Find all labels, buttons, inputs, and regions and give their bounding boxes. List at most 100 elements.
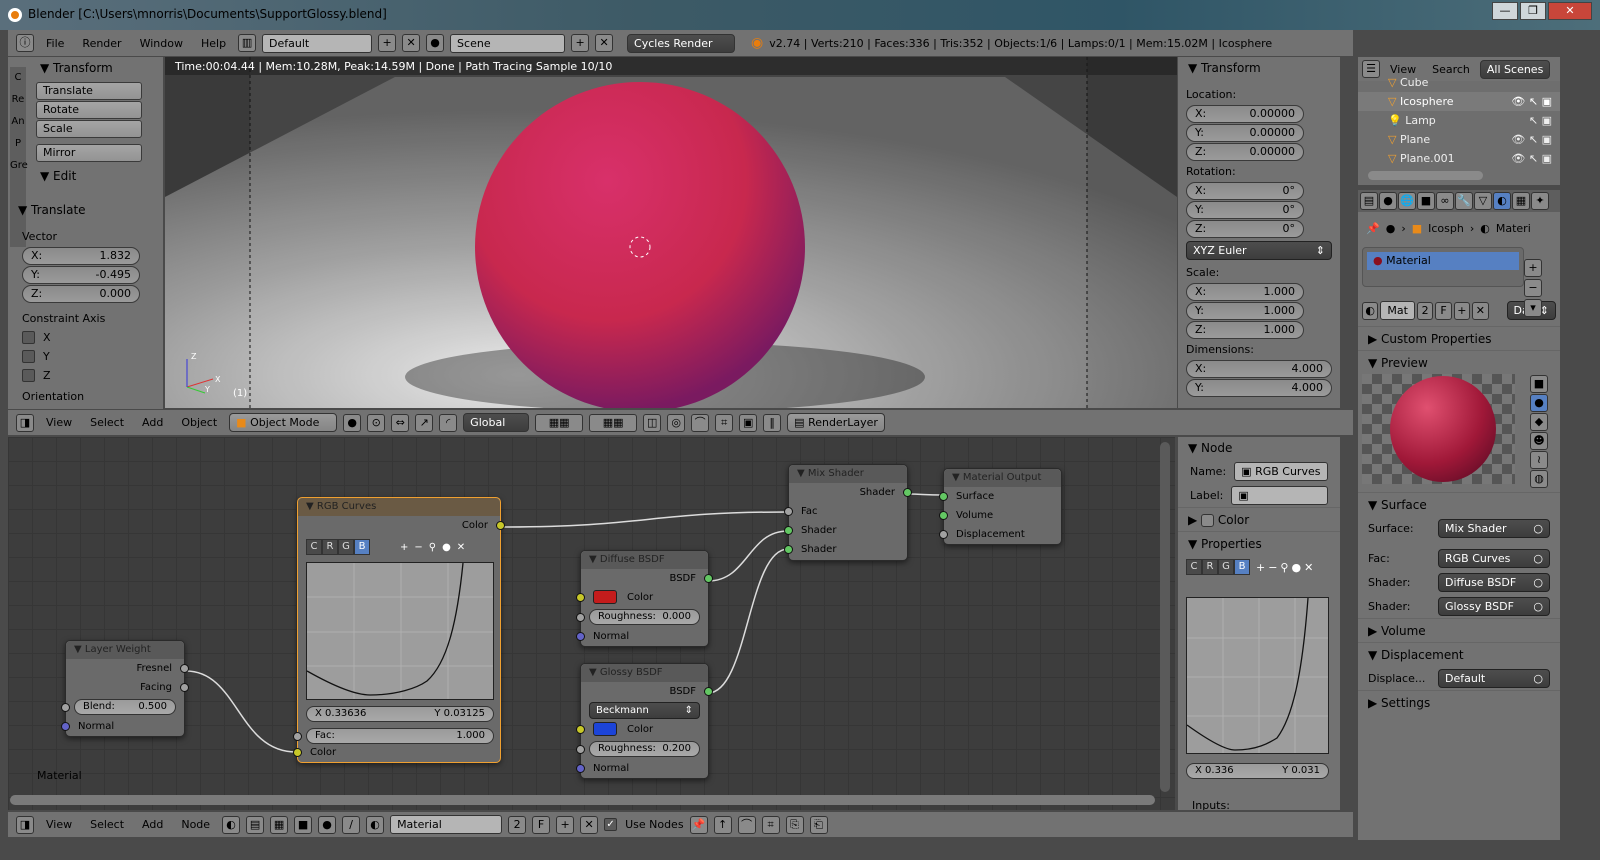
- render-icon[interactable]: ▣: [739, 413, 758, 432]
- visibility-icons[interactable]: 👁 ↖ ▣: [1511, 92, 1560, 111]
- roughness-field[interactable]: Roughness: 0.000: [576, 609, 700, 625]
- proportional-edit-icon[interactable]: ◎: [667, 413, 686, 432]
- constraints-tab-icon[interactable]: ∞: [1436, 192, 1454, 210]
- lock-layers-icon[interactable]: ◫: [643, 413, 662, 432]
- outliner-scrollbar[interactable]: [1368, 171, 1483, 180]
- tab-physics[interactable]: P: [10, 133, 26, 155]
- displacement-header[interactable]: ▼ Displacement: [1358, 642, 1560, 666]
- close-button[interactable]: ✕: [1548, 2, 1592, 20]
- socket[interactable]: [61, 722, 70, 731]
- glossy-bsdf-node[interactable]: ▼ Glossy BSDF BSDF Beckmann ⇕ Color Rough…: [576, 663, 713, 779]
- channel-r[interactable]: R: [322, 539, 338, 555]
- socket[interactable]: [293, 732, 302, 741]
- tab-animation[interactable]: An: [10, 111, 26, 133]
- outliner-item[interactable]: 💡 Lamp ↖ ▣: [1358, 111, 1560, 130]
- point-y[interactable]: Y 0.031: [1282, 764, 1320, 778]
- menu-node[interactable]: Node: [175, 818, 216, 831]
- blend-field[interactable]: Blend: 0.500: [61, 699, 176, 715]
- menu-add[interactable]: Add: [136, 818, 169, 831]
- preview-flat-icon[interactable]: ■: [1530, 375, 1548, 393]
- scene-select[interactable]: Scene: [450, 33, 566, 53]
- remove-scene-icon[interactable]: ✕: [595, 34, 614, 52]
- mirror-button[interactable]: Mirror: [36, 144, 142, 162]
- node-header[interactable]: ▼ Layer Weight: [66, 641, 184, 659]
- mode-select[interactable]: ■ Object Mode: [229, 413, 338, 432]
- material-tab-icon[interactable]: ◐: [1493, 192, 1511, 210]
- socket[interactable]: [496, 521, 505, 530]
- vector-x-field[interactable]: X: 1.832: [22, 247, 140, 265]
- point-x[interactable]: X 0.336: [1195, 764, 1234, 778]
- minimize-button[interactable]: —: [1492, 2, 1518, 20]
- scale-y-field[interactable]: Y: 1.000: [1186, 302, 1304, 320]
- constraint-y-checkbox[interactable]: Y: [22, 347, 140, 366]
- properties-panel-header[interactable]: ▼ Properties: [1178, 531, 1340, 555]
- curve-point-xy[interactable]: X 0.336 Y 0.031: [1186, 763, 1329, 779]
- menu-window[interactable]: Window: [134, 37, 189, 50]
- diffuse-color-swatch[interactable]: [593, 590, 617, 604]
- dimensions-x-field[interactable]: X: 4.000: [1186, 360, 1332, 378]
- parent-tree-icon[interactable]: ↑: [713, 815, 732, 834]
- node-header[interactable]: ▼ Mix Shader: [789, 465, 907, 483]
- location-z-field[interactable]: Z: 0.00000: [1186, 143, 1304, 161]
- pivot-icon[interactable]: ⊙: [367, 413, 386, 432]
- socket[interactable]: [576, 613, 585, 622]
- remove-layout-icon[interactable]: ✕: [402, 34, 421, 52]
- paste-nodes-icon[interactable]: ⎗: [809, 815, 828, 834]
- node-header[interactable]: ▼ Glossy BSDF: [581, 664, 708, 682]
- socket[interactable]: [180, 683, 189, 692]
- editor-type-icon[interactable]: ◨: [16, 413, 34, 432]
- visibility-icons[interactable]: 👁 ↖ ▣: [1511, 149, 1560, 168]
- layout-select[interactable]: Default: [262, 33, 373, 53]
- scale-z-field[interactable]: Z: 1.000: [1186, 321, 1304, 339]
- 3d-viewport[interactable]: Time:00:04.44 | Mem:10.28M, Peak:14.59M …: [165, 57, 1177, 408]
- use-nodes-checkbox[interactable]: ✓ Use Nodes: [604, 815, 684, 834]
- constraint-z-checkbox[interactable]: Z: [22, 366, 140, 385]
- material-browse-icon[interactable]: ◐: [1362, 301, 1379, 320]
- dimensions-y-field[interactable]: Y: 4.000: [1186, 379, 1332, 397]
- remove-slot-icon[interactable]: −: [1524, 279, 1542, 297]
- socket[interactable]: [939, 511, 948, 520]
- display-mode-select[interactable]: All Scenes: [1479, 59, 1551, 79]
- channel-b[interactable]: B: [1234, 559, 1250, 575]
- texture-nodes-icon[interactable]: ▦: [270, 815, 289, 834]
- rgb-curves-node[interactable]: ▼ RGB Curves Color CRGB +−⚲●✕ X 0.33636 Y…: [293, 497, 505, 763]
- render-layer-select[interactable]: ▤ RenderLayer: [787, 413, 885, 432]
- render-layers-tab-icon[interactable]: ▤: [1360, 192, 1378, 210]
- object-tab-icon[interactable]: ■: [1417, 192, 1435, 210]
- transform-panel-header[interactable]: ▼ Transform: [30, 57, 148, 79]
- menu-view[interactable]: View: [40, 416, 78, 429]
- preview-header[interactable]: ▼ Preview: [1358, 350, 1560, 374]
- unlink-material-icon[interactable]: ✕: [580, 815, 599, 834]
- menu-select[interactable]: Select: [84, 416, 130, 429]
- surface-select[interactable]: Mix Shader ○: [1438, 518, 1550, 538]
- channel-g[interactable]: G: [1218, 559, 1234, 575]
- menu-file[interactable]: File: [40, 37, 70, 50]
- vector-y-field[interactable]: Y: -0.495: [22, 266, 140, 284]
- curve-graph[interactable]: [1186, 597, 1329, 754]
- socket[interactable]: [576, 725, 585, 734]
- channel-b[interactable]: B: [354, 539, 370, 555]
- object-shader-icon[interactable]: ■: [294, 815, 313, 834]
- point-x[interactable]: X 0.33636: [315, 707, 366, 721]
- pin-icon[interactable]: 📌: [1366, 222, 1380, 235]
- mix-shader-node[interactable]: ▼ Mix Shader Shader Fac Shader Shader: [784, 464, 912, 561]
- scale-x-field[interactable]: X: 1.000: [1186, 283, 1304, 301]
- menu-select[interactable]: Select: [84, 818, 130, 831]
- preview-monkey-icon[interactable]: ☻: [1530, 432, 1548, 450]
- preview-cube-icon[interactable]: ◆: [1530, 413, 1548, 431]
- pin-icon[interactable]: 📌: [689, 815, 708, 834]
- socket[interactable]: [784, 545, 793, 554]
- fac-select[interactable]: RGB Curves ○: [1438, 548, 1550, 568]
- channel-c[interactable]: C: [1186, 559, 1202, 575]
- socket[interactable]: [180, 664, 189, 673]
- menu-render[interactable]: Render: [76, 37, 127, 50]
- menu-help[interactable]: Help: [195, 37, 232, 50]
- outliner-editor-icon[interactable]: ☰: [1362, 60, 1380, 78]
- snap-icon[interactable]: ⌒: [737, 815, 756, 834]
- scale-button[interactable]: Scale: [36, 120, 142, 138]
- scene-tab-icon[interactable]: ●: [1379, 192, 1397, 210]
- socket[interactable]: [784, 526, 793, 535]
- roughness-field[interactable]: Roughness: 0.200: [576, 741, 700, 757]
- menu-object[interactable]: Object: [175, 416, 223, 429]
- add-layout-icon[interactable]: +: [378, 34, 397, 52]
